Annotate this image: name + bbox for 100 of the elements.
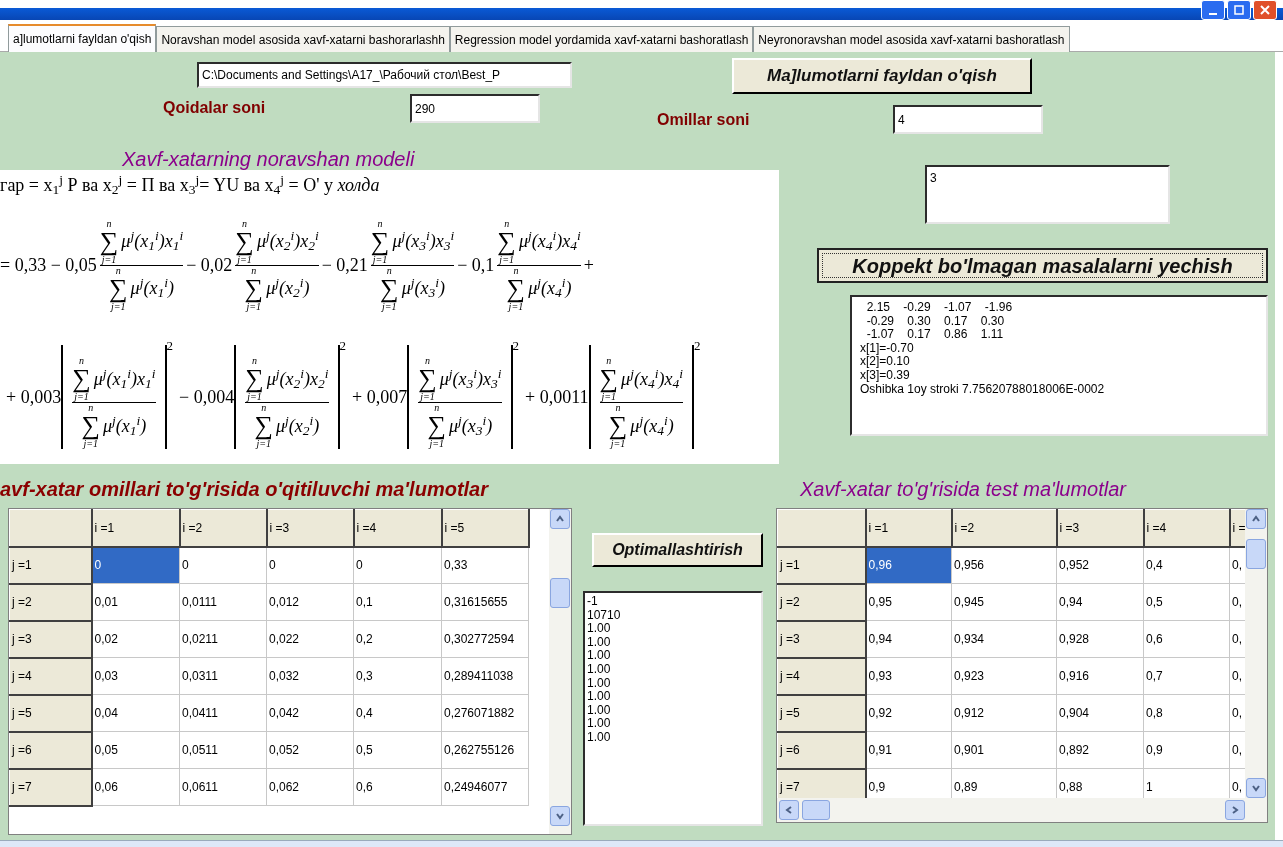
scroll-up-button[interactable]	[550, 509, 570, 529]
table-cell[interactable]: 0,94	[865, 620, 952, 658]
scroll-down-button[interactable]	[1246, 778, 1266, 799]
tab[interactable]: Neyronoravshan model asosida xavf-xatarni bashoratlash	[753, 26, 1070, 52]
table-cell[interactable]: 0,032	[266, 657, 354, 695]
table-cell[interactable]: 0,0311	[179, 657, 267, 695]
table-cell[interactable]: 0,24946077	[441, 768, 529, 806]
solve-button[interactable]: Koppekt bo'lmagan masalalarni yechish	[817, 248, 1268, 283]
sum-limit: j=1	[74, 392, 89, 402]
maximize-button[interactable]	[1227, 0, 1251, 20]
table-cell[interactable]: 0	[179, 546, 267, 584]
table-cell[interactable]: 0,96	[865, 546, 952, 584]
scroll-up-button[interactable]	[1246, 509, 1266, 529]
table-cell[interactable]: 0,95	[865, 583, 952, 621]
tab[interactable]: Regression model yordamida xavf-xatarni bashoratlash	[449, 26, 754, 52]
solution-memo[interactable]: 2.15 -0.29 -1.07 -1.96 -0.29 0.30 0.17 0.30 -1.07 0.17 0.86 1.11 x[1]=-0.70 x[2]=0.10 x[3]=0.39 Oshibka 1oy stroki 7.75620788018006E-0002	[850, 295, 1268, 436]
table-cell[interactable]: 0,94	[1056, 583, 1144, 621]
table-cell[interactable]: 0,4	[353, 694, 442, 732]
sum-limit: n	[88, 403, 94, 413]
test-data-grid[interactable]	[776, 508, 1268, 823]
table-cell[interactable]: 0,0511	[179, 731, 267, 769]
scroll-down-button[interactable]	[550, 806, 570, 826]
table-cell[interactable]: 0,0611	[179, 768, 267, 806]
table-cell[interactable]: 0,6	[1143, 620, 1230, 658]
formula-coefficient: + 0,007	[352, 385, 408, 409]
table-cell[interactable]: 0,5	[353, 731, 442, 769]
table-cell[interactable]: 0,31615655	[441, 583, 529, 621]
table-cell[interactable]: 0,01	[91, 583, 180, 621]
row-header: j =1	[9, 546, 92, 584]
table-cell[interactable]: 0,022	[266, 620, 354, 658]
optimization-memo[interactable]: -1 10710 1.00 1.00 1.00 1.00 1.00 1.00 1.00 1.00 1.00	[583, 591, 763, 826]
tab[interactable]: Noravshan model asosida xavf-xatarni bashorarlashh	[156, 26, 450, 52]
factors-count-field[interactable]: 4	[893, 105, 1043, 134]
table-cell[interactable]: 0,93	[865, 657, 952, 695]
row-header: j =1	[777, 546, 866, 584]
table-cell[interactable]: 0,956	[951, 546, 1057, 584]
table-cell[interactable]: 0,91	[865, 731, 952, 769]
table-cell[interactable]: 0,5	[1143, 583, 1230, 621]
table-cell[interactable]: 0,3	[353, 657, 442, 695]
table-cell[interactable]: 0,012	[266, 583, 354, 621]
table-cell[interactable]: 0,2	[353, 620, 442, 658]
table-cell[interactable]: 0,9	[1143, 731, 1230, 769]
table-cell[interactable]: 0,952	[1056, 546, 1144, 584]
read-file-button[interactable]: Ma]lumotlarni fayldan o'qish	[732, 58, 1032, 94]
table-cell[interactable]: 0,901	[951, 731, 1057, 769]
table-cell[interactable]: 0,916	[1056, 657, 1144, 695]
scrollbar-thumb[interactable]	[1246, 538, 1266, 569]
file-path-field[interactable]: C:\Documents and Settings\A17_\Рабочий стол\Best_P	[197, 62, 572, 88]
table-cell[interactable]: 0,6	[353, 768, 442, 806]
chevron-right-icon	[1230, 805, 1240, 816]
table-cell[interactable]: 0,912	[951, 694, 1057, 732]
table-cell[interactable]: 0,33	[441, 546, 529, 584]
table-cell[interactable]: 0,4	[1143, 546, 1230, 584]
table-cell[interactable]: 0,904	[1056, 694, 1144, 732]
table-cell[interactable]: 0,928	[1056, 620, 1144, 658]
table-cell[interactable]: 0,262755126	[441, 731, 529, 769]
sum-limit: n	[242, 218, 248, 229]
table-cell[interactable]: 0,06	[91, 768, 180, 806]
column-header: i =3	[266, 509, 354, 547]
scroll-left-button[interactable]	[779, 800, 799, 821]
table-cell[interactable]: 0,062	[266, 768, 354, 806]
table-cell[interactable]: 0,892	[1056, 731, 1144, 769]
rules-count-field[interactable]: 290	[410, 94, 540, 123]
table-cell[interactable]: 0,923	[951, 657, 1057, 695]
training-data-grid[interactable]	[8, 508, 572, 835]
output-memo-field[interactable]: 3	[925, 165, 1170, 224]
scrollbar-thumb[interactable]	[802, 800, 830, 821]
table-cell[interactable]: 0,0111	[179, 583, 267, 621]
table-cell[interactable]: 0,289411038	[441, 657, 529, 695]
table-cell[interactable]: 0	[266, 546, 354, 584]
table-cell[interactable]: 0,302772594	[441, 620, 529, 658]
table-cell[interactable]: 0,1	[353, 583, 442, 621]
tab[interactable]: a]lumotlarni fayldan o'qish	[8, 24, 157, 52]
table-cell[interactable]: 0,934	[951, 620, 1057, 658]
table-cell[interactable]: 0	[353, 546, 442, 584]
optimize-button[interactable]: Optimallashtirish	[592, 533, 763, 567]
table-cell[interactable]: 0,0411	[179, 694, 267, 732]
table-cell[interactable]: 0,8	[1143, 694, 1230, 732]
scrollbar-thumb[interactable]	[550, 577, 570, 608]
table-cell[interactable]: 0,0211	[179, 620, 267, 658]
table-cell[interactable]: 0,05	[91, 731, 180, 769]
table-cell[interactable]: 0,92	[865, 694, 952, 732]
close-button[interactable]	[1253, 0, 1277, 20]
sigma-sign: ∑	[244, 275, 264, 302]
table-cell[interactable]: 0,7	[1143, 657, 1230, 695]
row-header: j =5	[9, 694, 92, 732]
scroll-right-button[interactable]	[1225, 800, 1245, 821]
row-header: j =4	[777, 657, 866, 695]
table-cell[interactable]: 0,03	[91, 657, 180, 695]
table-cell[interactable]: 0,04	[91, 694, 180, 732]
table-cell[interactable]: 0,052	[266, 731, 354, 769]
table-cell[interactable]: 0,945	[951, 583, 1057, 621]
table-cell[interactable]: 0,276071882	[441, 694, 529, 732]
table-cell[interactable]: 0,042	[266, 694, 354, 732]
sigma-sign: ∑	[370, 228, 390, 255]
table-cell[interactable]: 0,02	[91, 620, 180, 658]
minimize-button[interactable]	[1201, 0, 1225, 20]
row-header: j =2	[9, 583, 92, 621]
table-cell[interactable]: 0	[91, 546, 180, 584]
output-line: 1.00	[587, 622, 612, 636]
